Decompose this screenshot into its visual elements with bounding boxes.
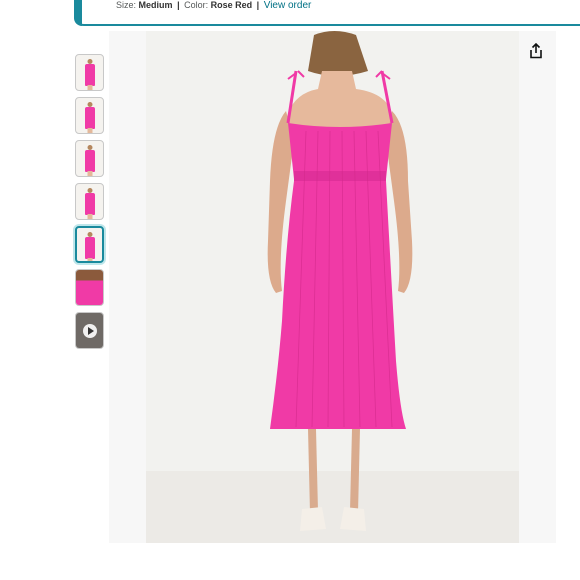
thumbnail-4[interactable] xyxy=(75,183,104,220)
share-icon xyxy=(530,43,542,59)
size-label: Size: xyxy=(116,0,137,10)
dress-shape xyxy=(84,64,95,86)
size-value: Medium xyxy=(138,0,173,10)
view-order-link[interactable]: View order xyxy=(264,0,312,11)
order-details: Size: Medium | Color: Rose Red | View or… xyxy=(116,0,311,11)
main-image-frame xyxy=(109,31,556,543)
model-legs xyxy=(87,128,92,133)
color-value: Rose Red xyxy=(210,0,253,10)
model-legs xyxy=(87,214,92,219)
thumbnail-2[interactable] xyxy=(75,97,104,134)
play-icon xyxy=(82,323,97,338)
color-label: Color: xyxy=(184,0,209,10)
model-legs xyxy=(87,85,92,90)
separator: | xyxy=(256,0,260,10)
product-photo[interactable] xyxy=(146,31,519,543)
separator: | xyxy=(177,0,180,10)
share-button[interactable] xyxy=(525,40,547,62)
dress-shape xyxy=(84,150,95,172)
banner-accent xyxy=(74,0,82,26)
thumbnail-5-selected[interactable] xyxy=(75,226,104,263)
dress-shape xyxy=(84,193,95,215)
dress-shape xyxy=(84,107,95,129)
model-in-dress-illustration xyxy=(267,31,413,531)
model-legs xyxy=(87,171,92,176)
closeup-image xyxy=(76,270,103,305)
thumbnail-video[interactable] xyxy=(75,312,104,349)
thumbnail-1[interactable] xyxy=(75,54,104,91)
thumbnail-3[interactable] xyxy=(75,140,104,177)
model-legs xyxy=(87,258,92,261)
dress-shape xyxy=(84,237,95,259)
thumbnail-6[interactable] xyxy=(75,269,104,306)
